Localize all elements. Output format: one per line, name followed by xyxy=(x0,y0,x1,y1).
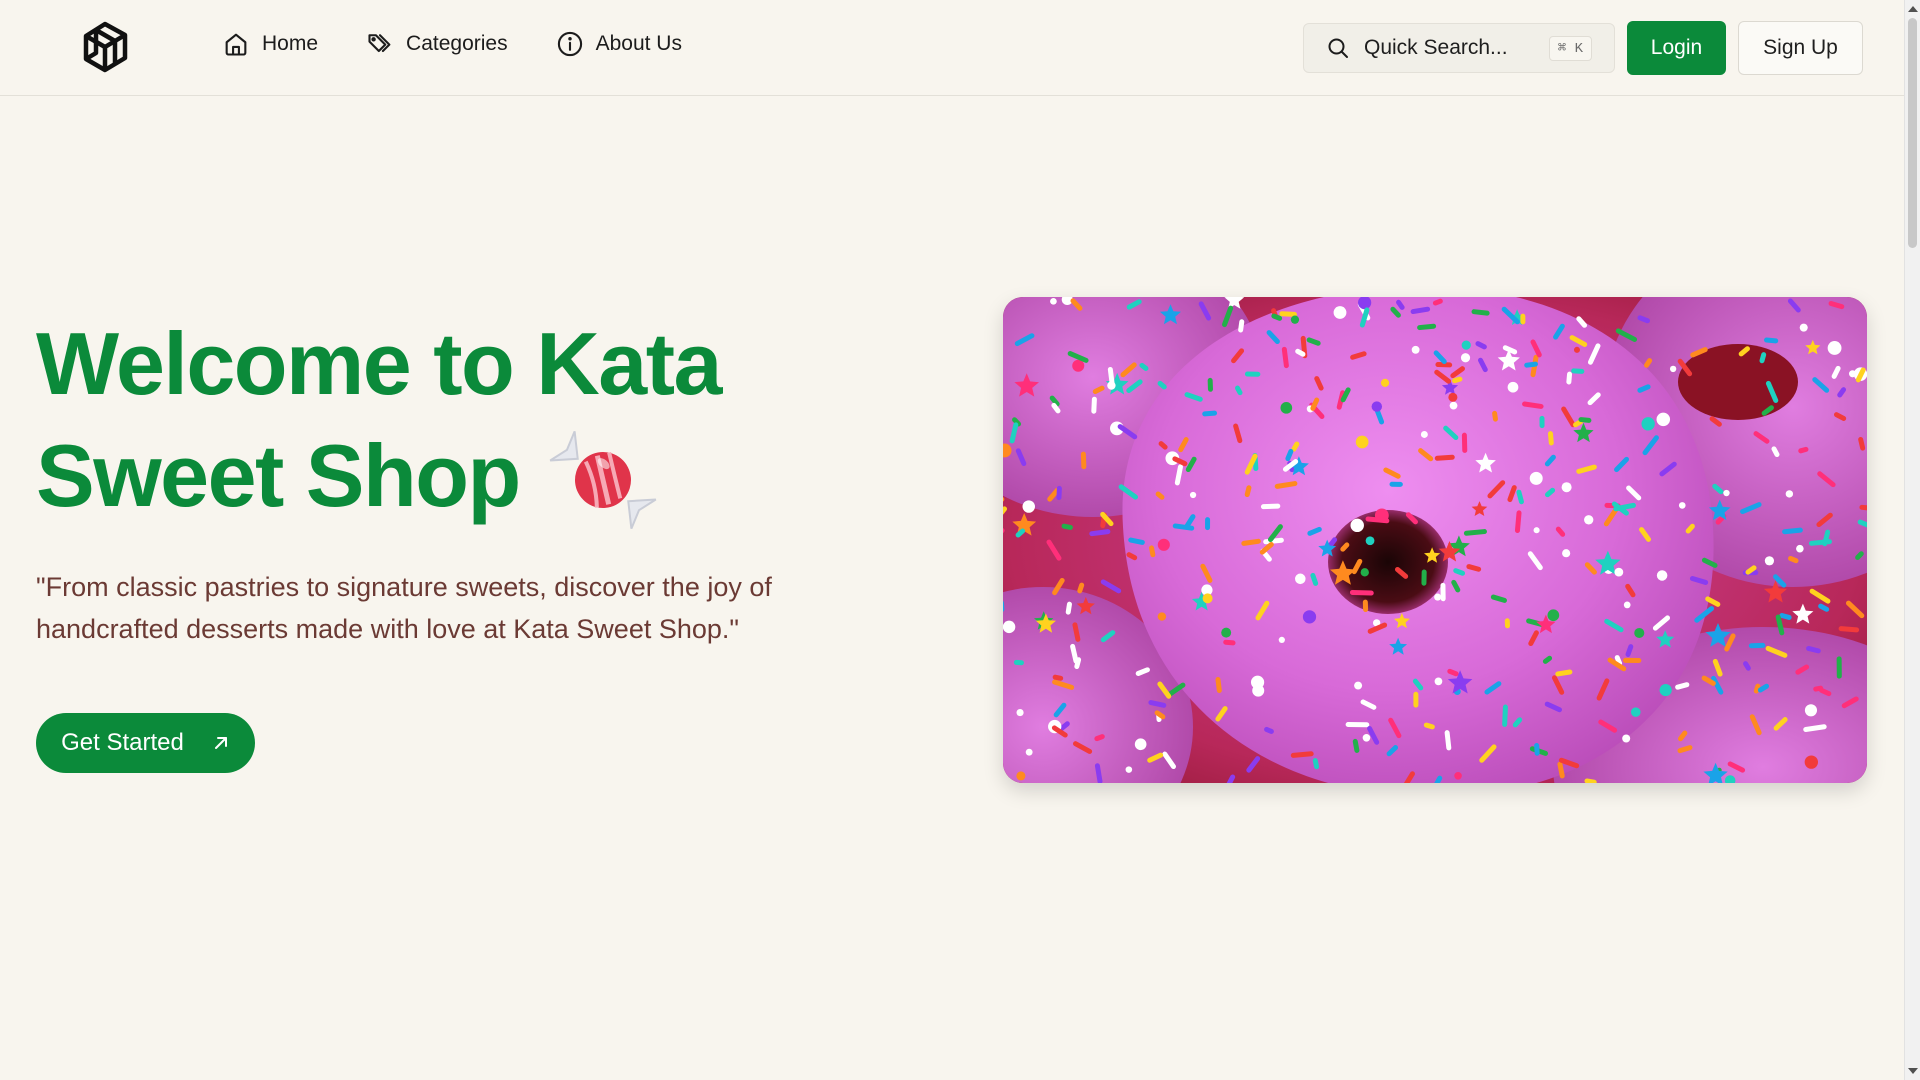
search-icon xyxy=(1328,38,1348,58)
login-button[interactable]: Login xyxy=(1627,21,1726,75)
page-scrollbar[interactable] xyxy=(1904,0,1920,1080)
nav-categories[interactable]: Categories xyxy=(366,30,508,58)
home-icon xyxy=(225,33,247,56)
hero-title: Welcome to Kata Sweet Shop xyxy=(36,314,722,525)
nav-categories-label: Categories xyxy=(406,32,508,55)
search-label: Quick Search... xyxy=(1364,36,1508,59)
donut-photo xyxy=(1003,297,1867,783)
tag-icon xyxy=(368,34,391,53)
page: Home Categories About Us Quick Search...… xyxy=(0,0,1920,1080)
get-started-label: Get Started xyxy=(61,729,184,756)
search-shortcut: ⌘ K xyxy=(1548,35,1592,61)
nav-home[interactable]: Home xyxy=(222,30,318,58)
nav-home-label: Home xyxy=(262,32,319,55)
arrow-up-right-icon xyxy=(214,737,227,749)
scroll-down-icon[interactable] xyxy=(1908,1068,1918,1074)
main-nav: Home Categories About Us xyxy=(222,30,682,58)
hero-donut-image xyxy=(1003,297,1867,783)
scroll-up-icon[interactable] xyxy=(1908,6,1918,12)
quick-search[interactable]: Quick Search... ⌘ K xyxy=(1303,23,1615,73)
top-header: Home Categories About Us Quick Search...… xyxy=(0,0,1904,96)
get-started-button[interactable]: Get Started xyxy=(36,713,255,773)
hero-subtitle: "From classic pastries to signature swee… xyxy=(36,572,772,644)
nav-about-us[interactable]: About Us xyxy=(556,30,682,58)
logo-icon[interactable] xyxy=(78,20,132,76)
scrollbar-thumb[interactable] xyxy=(1908,18,1917,248)
nav-about-us-label: About Us xyxy=(595,32,682,55)
signup-button[interactable]: Sign Up xyxy=(1738,21,1863,75)
candy-icon xyxy=(549,430,657,530)
info-icon xyxy=(557,31,582,57)
